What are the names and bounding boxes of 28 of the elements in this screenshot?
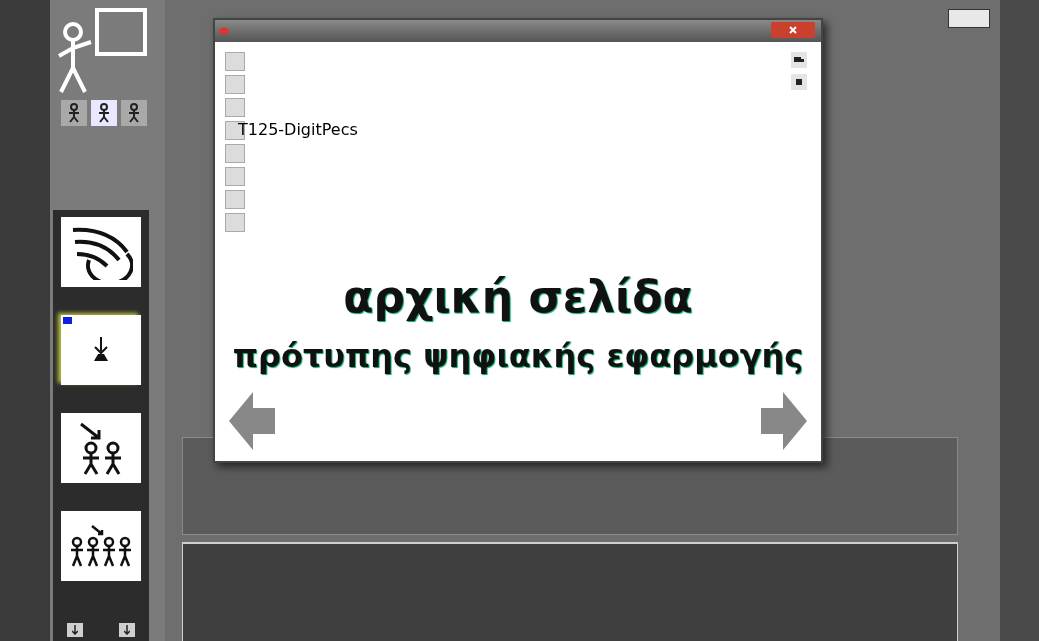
mode-button[interactable] bbox=[120, 100, 147, 126]
picture-card[interactable] bbox=[60, 413, 141, 483]
page-subheading: πρότυπης ψηφιακής εφαρμογής bbox=[231, 336, 805, 377]
close-button[interactable] bbox=[771, 22, 815, 38]
arrow-down-icon bbox=[123, 625, 130, 635]
project-label: T125-DigitPecs bbox=[238, 119, 358, 141]
app-icon bbox=[219, 27, 229, 35]
figure-icon bbox=[126, 103, 141, 123]
toolbar-button[interactable] bbox=[791, 74, 807, 90]
scroll-button[interactable] bbox=[118, 623, 135, 637]
picture-card[interactable] bbox=[60, 315, 141, 385]
mode-button[interactable] bbox=[90, 100, 117, 126]
back-arrow-icon[interactable] bbox=[229, 392, 275, 450]
forward-arrow-icon[interactable] bbox=[761, 392, 807, 450]
toolbar-button[interactable] bbox=[791, 52, 807, 68]
selection-marker bbox=[62, 317, 72, 324]
picture-card[interactable] bbox=[60, 217, 141, 287]
scroll-button[interactable] bbox=[66, 623, 83, 637]
mode-button[interactable] bbox=[60, 100, 87, 126]
truck-icon bbox=[794, 56, 804, 64]
arrow-down-icon bbox=[71, 625, 78, 635]
corner-button[interactable] bbox=[948, 9, 990, 28]
figure-icon bbox=[96, 103, 111, 123]
page-heading: αρχική σελίδα bbox=[342, 270, 694, 324]
figure-icon bbox=[66, 103, 81, 123]
square-icon bbox=[795, 78, 803, 86]
picture-card[interactable] bbox=[60, 511, 141, 581]
close-icon bbox=[789, 26, 797, 34]
